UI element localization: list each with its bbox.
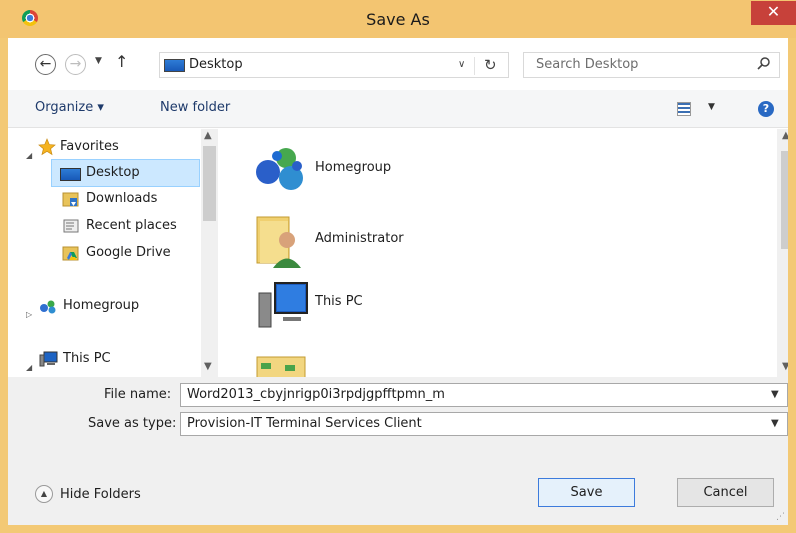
command-bar: Organize ▾ New folder ▼ ? [8, 90, 788, 128]
scroll-down-icon[interactable]: ▼ [204, 361, 212, 372]
item-label: Homegroup [315, 160, 392, 175]
navigation-pane: ◢ Favorites Desktop Downloads Recent pla… [8, 129, 218, 377]
tree-label-recent-places: Recent places [86, 218, 177, 233]
address-row: ← → ▼ ↑ Desktop ∨ ↻ Search Desktop [8, 38, 788, 90]
item-label: Administrator [315, 231, 404, 246]
title-bar: Save As ✕ [0, 0, 796, 38]
cancel-button[interactable]: Cancel [677, 478, 774, 507]
list-item[interactable]: Homegroup [218, 141, 518, 201]
recent-places-icon [62, 218, 79, 233]
chevron-down-icon[interactable]: ▼ [771, 389, 779, 400]
tree-label-favorites: Favorites [60, 139, 119, 154]
forward-button[interactable]: → [65, 54, 86, 75]
refresh-icon[interactable]: ↻ [484, 56, 497, 74]
content-scrollbar[interactable]: ▲ ▼ [777, 129, 788, 377]
tree-label-downloads: Downloads [86, 191, 158, 206]
dialog-body: ← → ▼ ↑ Desktop ∨ ↻ Search Desktop Organ… [8, 38, 788, 525]
star-icon [38, 138, 56, 156]
this-pc-icon [255, 279, 309, 339]
computer-icon [38, 351, 58, 367]
help-icon[interactable]: ? [758, 101, 774, 117]
tree-item-desktop[interactable]: Desktop [8, 160, 198, 186]
google-drive-icon [62, 245, 79, 261]
tree-label-google-drive: Google Drive [86, 245, 171, 260]
expand-arrow-icon[interactable]: ◢ [26, 355, 32, 377]
save-type-select[interactable]: Provision-IT Terminal Services Client ▼ [180, 412, 788, 436]
address-bar[interactable]: Desktop ∨ ↻ [159, 52, 509, 78]
chevron-down-icon[interactable]: ▼ [771, 418, 779, 429]
chevron-down-icon[interactable]: ∨ [458, 59, 465, 70]
file-name-label: File name: [104, 387, 172, 402]
tree-label-this-pc: This PC [63, 351, 111, 366]
scrollbar-thumb[interactable] [203, 146, 216, 221]
save-as-window: Save As ✕ ← → ▼ ↑ Desktop ∨ ↻ Search Des… [0, 0, 796, 533]
desktop-icon [164, 59, 185, 72]
tree-label-desktop: Desktop [86, 165, 140, 180]
scroll-up-icon[interactable]: ▲ [204, 130, 212, 141]
view-options-dropdown[interactable]: ▼ [708, 102, 715, 112]
file-name-field[interactable]: Word2013_cbyjnrigp0i3rpdjgpfftpmn_m ▼ [180, 383, 788, 407]
change-view-icon[interactable] [677, 102, 691, 116]
file-name-value[interactable]: Word2013_cbyjnrigp0i3rpdjgpfftpmn_m [187, 387, 445, 402]
expand-arrow-icon[interactable]: ▷ [26, 302, 32, 328]
up-button[interactable]: ↑ [115, 52, 128, 71]
navigation-scrollbar[interactable]: ▲ ▼ [201, 129, 218, 377]
hide-folders-label: Hide Folders [60, 487, 141, 502]
homegroup-icon [253, 144, 307, 198]
homegroup-icon [38, 298, 56, 314]
save-form: File name: Word2013_cbyjnrigp0i3rpdjgpff… [8, 377, 788, 525]
list-item[interactable]: Administrator [218, 211, 518, 271]
new-folder-button[interactable]: New folder [160, 100, 230, 115]
user-folder-icon [255, 213, 305, 273]
scrollbar-thumb[interactable] [781, 151, 788, 249]
desktop-icon [60, 168, 81, 181]
tree-item-google-drive[interactable]: Google Drive [8, 240, 198, 266]
collapse-icon: ▲ [35, 485, 53, 503]
resize-grip-icon[interactable]: ⋰ [776, 512, 785, 522]
window-title: Save As [366, 10, 430, 29]
search-icon[interactable] [757, 56, 771, 74]
scroll-down-icon[interactable]: ▼ [782, 361, 788, 372]
organize-menu[interactable]: Organize ▾ [35, 100, 104, 115]
list-item[interactable]: This PC [218, 279, 518, 339]
tree-label-homegroup: Homegroup [63, 298, 140, 313]
search-input[interactable]: Search Desktop [523, 52, 780, 78]
file-list: Homegroup Administrator This PC ▲ ▼ [218, 129, 788, 377]
tree-item-homegroup[interactable]: ▷ Homegroup [8, 293, 198, 319]
save-type-value: Provision-IT Terminal Services Client [187, 416, 422, 431]
folder-icon [255, 355, 307, 377]
tree-item-this-pc[interactable]: ◢ This PC [8, 346, 198, 372]
address-divider [474, 57, 475, 75]
downloads-folder-icon [62, 191, 79, 207]
address-location[interactable]: Desktop [189, 57, 243, 72]
item-label: This PC [315, 294, 363, 309]
scroll-up-icon[interactable]: ▲ [782, 130, 788, 141]
search-placeholder: Search Desktop [536, 57, 639, 72]
tree-item-recent-places[interactable]: Recent places [8, 213, 198, 239]
back-button[interactable]: ← [35, 54, 56, 75]
tree-item-downloads[interactable]: Downloads [8, 186, 198, 212]
list-item[interactable] [218, 351, 518, 377]
save-type-label: Save as type: [88, 416, 177, 431]
close-button[interactable]: ✕ [751, 1, 796, 25]
save-button[interactable]: Save [538, 478, 635, 507]
tree-item-favorites[interactable]: ◢ Favorites [8, 134, 198, 160]
recent-locations-dropdown[interactable]: ▼ [95, 56, 102, 66]
